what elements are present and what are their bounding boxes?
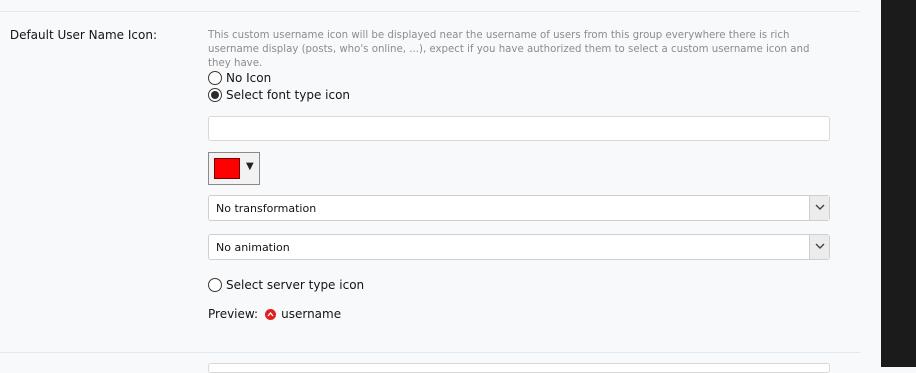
page-edge-strip: [881, 0, 916, 367]
radio-server-type-icon[interactable]: [208, 278, 222, 292]
option-no-icon[interactable]: No Icon: [208, 71, 271, 85]
divider: [0, 11, 860, 12]
font-icon-input[interactable]: [208, 116, 830, 141]
field-label: Default User Name Icon:: [9, 28, 157, 42]
chevron-up-circle-icon: [265, 308, 277, 320]
option-server-type-icon[interactable]: Select server type icon: [208, 278, 364, 292]
field-explain: This custom username icon will be displa…: [208, 30, 810, 69]
animation-select[interactable]: No animation: [208, 234, 830, 260]
preview-label: Preview:: [208, 307, 259, 321]
preview: Preview: username: [208, 307, 341, 321]
radio-no-icon[interactable]: [208, 71, 222, 85]
caret-down-icon: ▼: [246, 161, 254, 172]
animation-select-value: No animation: [216, 241, 290, 254]
transformation-select[interactable]: No transformation: [208, 195, 830, 221]
divider: [0, 352, 860, 353]
radio-font-type-icon[interactable]: [208, 88, 222, 102]
chevron-down-icon: [809, 235, 829, 259]
radio-label-server-type-icon: Select server type icon: [226, 278, 365, 292]
color-swatch: [214, 158, 240, 179]
radio-label-no-icon: No Icon: [226, 71, 272, 85]
chevron-down-icon: [809, 196, 829, 220]
radio-label-font-type-icon: Select font type icon: [226, 88, 351, 102]
option-font-type-icon[interactable]: Select font type icon: [208, 88, 350, 102]
form-panel: Default User Name Icon: This custom user…: [0, 0, 881, 373]
color-picker-button[interactable]: ▼: [208, 152, 260, 185]
preview-username: username: [281, 307, 342, 321]
next-field-input[interactable]: [208, 363, 830, 373]
transformation-select-value: No transformation: [216, 202, 317, 215]
